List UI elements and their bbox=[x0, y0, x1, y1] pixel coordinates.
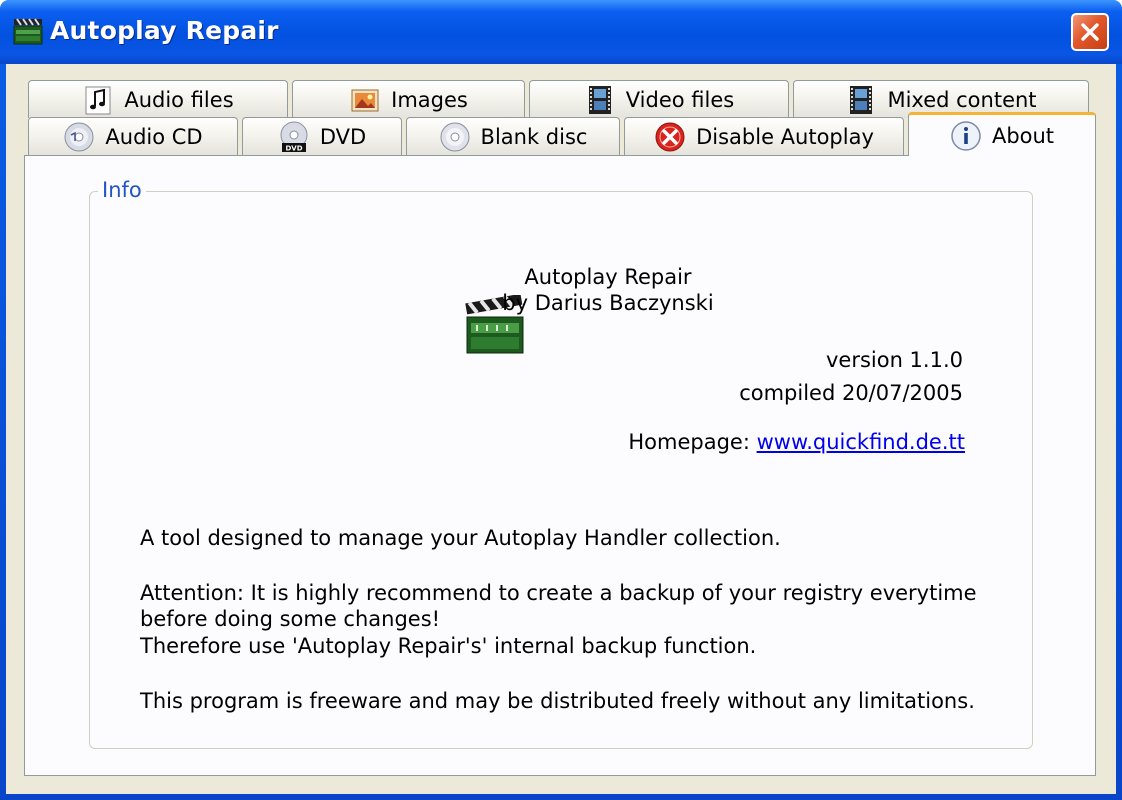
tab-about[interactable]: About bbox=[908, 112, 1096, 156]
svg-text:DVD: DVD bbox=[285, 144, 302, 152]
author: by Darius Baczynski bbox=[502, 291, 714, 315]
close-button[interactable] bbox=[1071, 13, 1109, 51]
blank-disc-icon bbox=[440, 122, 470, 151]
tab-label: Mixed content bbox=[887, 87, 1037, 112]
tab-images[interactable]: Images bbox=[292, 80, 525, 118]
tab-label: Disable Autoplay bbox=[696, 124, 874, 149]
attention-line-3: Therefore use 'Autoplay Repair's' intern… bbox=[140, 634, 757, 658]
image-icon bbox=[351, 89, 379, 111]
app-window: Autoplay Repair Audio files Images Video… bbox=[0, 0, 1122, 800]
attention-line-1: Attention: It is highly recommend to cre… bbox=[140, 581, 977, 605]
tab-video-files[interactable]: Video files bbox=[529, 80, 789, 118]
freeware-notice: This program is freeware and may be dist… bbox=[140, 689, 975, 713]
tab-label: Audio files bbox=[124, 87, 234, 112]
info-groupbox: Info Autoplay Repair by Darius Baczynski… bbox=[89, 178, 1033, 749]
tab-audio-cd[interactable]: Audio CD bbox=[28, 117, 238, 155]
info-icon bbox=[951, 120, 981, 151]
tab-blank-disc[interactable]: Blank disc bbox=[406, 117, 620, 155]
attention-line-2: before doing some changes! bbox=[140, 607, 441, 631]
music-note-icon bbox=[85, 86, 111, 114]
tab-disable-autoplay[interactable]: Disable Autoplay bbox=[624, 117, 904, 155]
group-title: Info bbox=[98, 178, 146, 202]
title-bar[interactable]: Autoplay Repair bbox=[0, 0, 1122, 64]
app-name: Autoplay Repair bbox=[524, 265, 692, 289]
tab-label: About bbox=[991, 123, 1055, 148]
dvd-icon: DVD bbox=[280, 121, 308, 152]
tab-label: Video files bbox=[625, 87, 735, 112]
close-icon bbox=[1081, 23, 1099, 41]
tab-label: Blank disc bbox=[480, 124, 588, 149]
compiled-date: compiled 20/07/2005 bbox=[739, 381, 963, 405]
film-icon bbox=[850, 85, 873, 114]
about-panel: Info Autoplay Repair by Darius Baczynski… bbox=[24, 155, 1096, 776]
tab-label: Images bbox=[391, 87, 468, 112]
tab-audio-files[interactable]: Audio files bbox=[28, 80, 288, 118]
tab-label: Audio CD bbox=[105, 124, 203, 149]
homepage-label: Homepage: bbox=[628, 430, 750, 454]
cd-icon bbox=[64, 122, 94, 151]
version-text: version 1.1.0 bbox=[825, 348, 963, 372]
film-icon bbox=[588, 85, 611, 114]
description: A tool designed to manage your Autoplay … bbox=[140, 526, 781, 550]
homepage-row: Homepage: www.quickfind.de.tt bbox=[560, 430, 965, 454]
tab-label: DVD bbox=[319, 124, 367, 149]
window-title: Autoplay Repair bbox=[50, 16, 279, 45]
tab-dvd[interactable]: DVD DVD bbox=[242, 117, 402, 155]
stop-icon bbox=[655, 122, 685, 151]
homepage-link[interactable]: www.quickfind.de.tt bbox=[757, 430, 965, 454]
clapperboard-icon bbox=[13, 18, 43, 45]
